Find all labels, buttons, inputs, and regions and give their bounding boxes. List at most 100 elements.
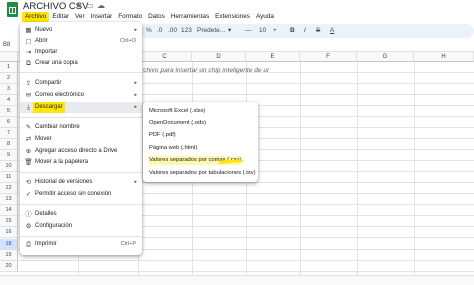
menu-item-correo[interactable]: ✉ Correo electrónico ▸ [20,90,142,101]
star-icon[interactable]: ★ [75,1,82,10]
percent-format-button[interactable]: % [146,26,152,36]
more-formats-button[interactable]: 123 [181,26,192,36]
column-header-f[interactable]: F [300,52,357,62]
increase-decimal-button[interactable]: .00 [168,26,177,36]
row-header[interactable]: 20 [0,261,18,272]
gear-icon: ⚙ [25,223,32,230]
new-sheet-icon: ▦ [25,27,32,34]
row-header[interactable]: 5 [0,106,18,117]
menu-separator [20,236,142,237]
menu-item-papelera[interactable]: 🗑 Mover a la papelera [20,157,142,168]
add-shortcut-icon: ⊕ [25,148,32,155]
submenu-arrow-icon: ▸ [134,179,137,185]
font-caret-icon: ▾ [228,27,232,34]
copy-icon: ⧉ [26,60,31,67]
row-header[interactable]: 15 [0,216,18,227]
menu-item-label: Nuevo [35,27,53,33]
download-ods[interactable]: OpenDocument (.ods) [149,119,206,128]
menu-item-historial[interactable]: ⟲ Historial de versiones ▸ [20,177,142,188]
menu-ver[interactable]: Ver [72,12,88,22]
menu-item-nuevo[interactable]: ▦ Nuevo ▸ [20,25,142,36]
sheets-logo-icon[interactable] [7,2,18,17]
trash-icon: 🗑 [24,159,33,166]
download-submenu: Microsoft Excel (.xlsx) OpenDocument (.o… [143,102,258,182]
download-xlsx[interactable]: Microsoft Excel (.xlsx) [149,107,205,116]
bold-button[interactable]: B [290,26,295,36]
menu-formato[interactable]: Formato [115,12,145,22]
row-header[interactable]: 3 [0,84,18,95]
row-header[interactable]: 19 [0,250,18,261]
column-header-h[interactable]: H [414,52,474,62]
row-header[interactable]: 6 [0,117,18,128]
menu-item-descargar[interactable]: ⤓ Descargar ▸ [20,102,142,113]
info-icon: ⓘ [25,211,32,218]
download-pdf[interactable]: PDF (.pdf) [149,131,176,140]
cloud-status-icon[interactable]: ☁ [97,1,105,10]
column-header-d[interactable]: D [192,52,246,62]
menu-insertar[interactable]: Insertar [88,12,116,22]
shortcut-label: Ctrl+P [120,241,136,247]
menu-item-compartir[interactable]: ⇪ Compartir ▸ [20,78,142,89]
move-icon: ⇄ [25,136,32,143]
menu-item-acceso-directo[interactable]: ⊕ Agregar acceso directo a Drive [20,146,142,157]
menu-bar: Archivo Editar Ver Insertar Formato Dato… [22,12,277,22]
download-html[interactable]: Página web (.html) [149,144,197,153]
column-header-g[interactable]: G [357,52,414,62]
menu-item-mover[interactable]: ⇄ Mover [20,134,142,145]
menu-item-sin-conexion[interactable]: ✓ Permitir acceso sin conexión [20,189,142,200]
row-header[interactable]: 2 [0,73,18,84]
share-icon: ⇪ [25,80,32,87]
menu-separator [20,172,142,173]
download-csv[interactable]: Valores separados por comas (.csv) [149,156,242,165]
move-folder-icon[interactable]: ▭ [86,1,94,10]
menu-datos[interactable]: Datos [145,12,168,22]
menu-item-cambiar-nombre[interactable]: ✎ Cambiar nombre [20,122,142,133]
row-header[interactable]: 12 [0,183,18,194]
italic-button[interactable]: I [304,26,306,36]
menu-item-detalles[interactable]: ⓘ Detalles [20,209,142,220]
grid-line [414,62,415,285]
menu-item-imprimir[interactable]: ⎙ Imprimir Ctrl+P [20,239,142,250]
download-tsv[interactable]: Valores separados por tabulaciones (.tsv… [149,169,256,178]
menu-archivo[interactable]: Archivo [22,12,50,22]
row-header[interactable]: 7 [0,128,18,139]
select-all-corner[interactable] [0,52,18,62]
menu-ayuda[interactable]: Ayuda [253,12,277,22]
decrease-font-size-button[interactable]: — [245,26,252,36]
cell-reference[interactable]: B8 [3,42,10,48]
menu-editar[interactable]: Editar [49,12,72,22]
smart-chip-placeholder: rchivo para insertar un chip inteligente… [141,67,270,74]
menu-extensiones[interactable]: Extensiones [212,12,253,22]
row-header[interactable]: 11 [0,172,18,183]
menu-herramientas[interactable]: Herramientas [168,12,212,22]
menu-item-label: Mover a la papelera [35,159,89,165]
row-header[interactable]: 8 [0,139,18,150]
menu-item-configuracion[interactable]: ⚙ Configuración [20,221,142,232]
download-icon: ⤓ [27,104,30,111]
row-header[interactable]: 16 [0,227,18,238]
row-header-selected[interactable]: 18 [0,239,18,250]
menu-item-importar[interactable]: ⇥ Importar [20,47,142,58]
text-color-button[interactable]: A [330,26,334,36]
menu-item-label: Importar [35,49,58,55]
menu-item-abrir[interactable]: ▢ Abrir Ctrl+O [20,36,142,47]
font-family-select[interactable]: Predete... [197,26,225,36]
increase-font-size-button[interactable]: + [273,26,277,36]
row-header[interactable]: 1 [0,62,18,73]
row-header[interactable]: 10 [0,161,18,172]
decrease-decimal-button[interactable]: .0 [157,26,162,36]
strikethrough-button[interactable]: S [316,26,320,36]
font-size-input[interactable]: 10 [259,26,266,36]
menu-item-label: Detalles [35,211,57,217]
row-header[interactable]: 13 [0,194,18,205]
column-header-e[interactable]: E [246,52,300,62]
row-header[interactable]: 4 [0,95,18,106]
menu-item-label: Agregar acceso directo a Drive [35,148,118,154]
column-header-c[interactable]: C [138,52,192,62]
menu-item-label: Cambiar nombre [35,124,80,130]
menu-item-label: Imprimir [35,241,57,247]
row-header[interactable]: 9 [0,150,18,161]
row-header[interactable]: 14 [0,205,18,216]
menu-item-crear-copia[interactable]: ⧉ Crear una copia [20,58,142,69]
offline-icon: ✓ [25,191,32,198]
